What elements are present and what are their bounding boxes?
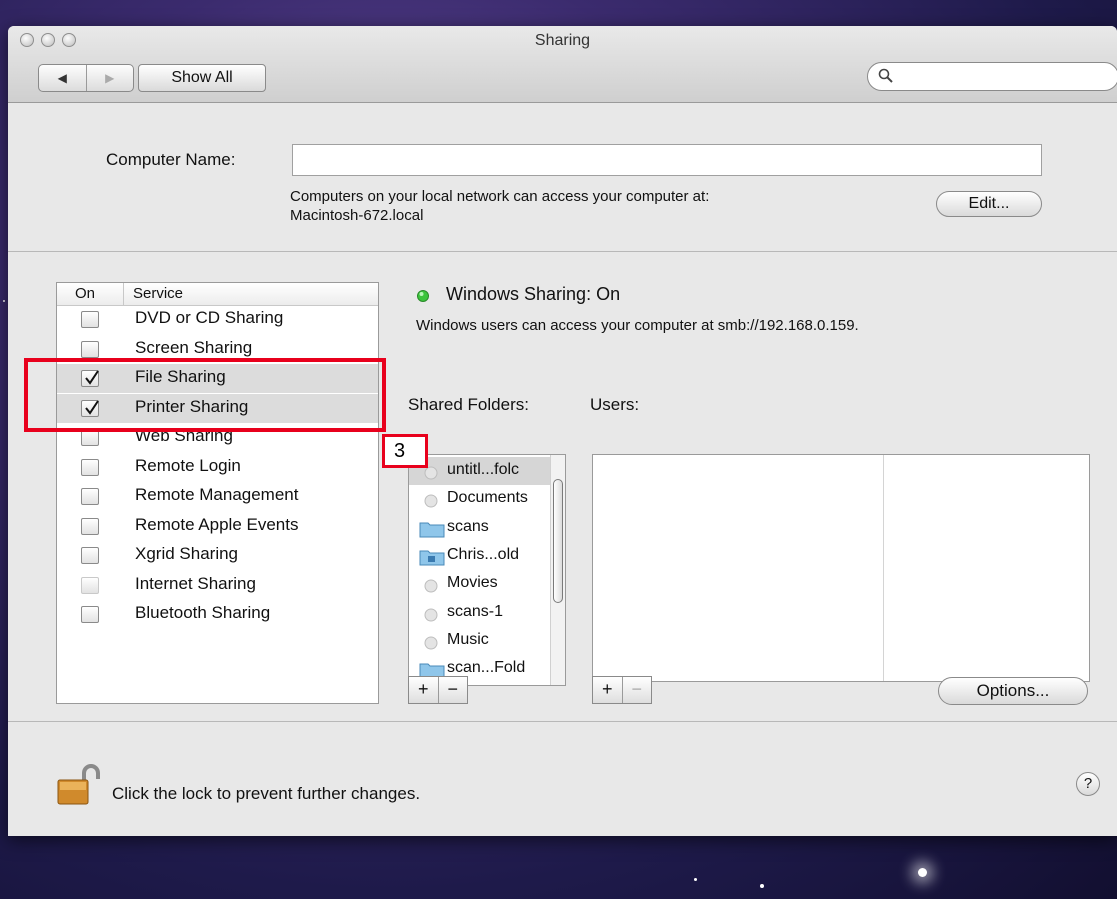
search-icon xyxy=(878,68,893,83)
document-icon xyxy=(419,605,445,623)
document-icon xyxy=(419,576,445,594)
folder-name: Music xyxy=(447,630,489,648)
shared-folder-item[interactable]: Music xyxy=(409,627,554,655)
service-label: Screen Sharing xyxy=(135,337,253,357)
add-folder-button[interactable]: + xyxy=(409,677,439,703)
service-checkbox[interactable] xyxy=(81,311,99,328)
background-star xyxy=(694,878,697,881)
background-star xyxy=(918,868,927,877)
service-row[interactable]: Bluetooth Sharing xyxy=(57,600,378,629)
shared-folder-item[interactable]: scans xyxy=(409,514,554,542)
window-title: Sharing xyxy=(534,32,591,49)
service-row[interactable]: DVD or CD Sharing xyxy=(57,305,378,334)
folder-name: Movies xyxy=(447,574,498,592)
service-label: Bluetooth Sharing xyxy=(135,603,271,622)
folder-name: scans xyxy=(447,517,489,535)
remove-folder-button[interactable]: − xyxy=(439,677,468,703)
folder-name: untitl...folc xyxy=(447,461,520,478)
back-button[interactable]: ◀ xyxy=(39,65,87,91)
status-indicator-icon xyxy=(417,290,429,302)
document-icon xyxy=(419,491,445,509)
column-header-on: On xyxy=(75,285,96,302)
folder-name: scan...Fold xyxy=(447,659,526,677)
service-checkbox[interactable] xyxy=(81,517,99,535)
highlight-box xyxy=(24,358,386,432)
shared-folder-item[interactable]: Documents xyxy=(409,485,554,513)
forward-button[interactable]: ▶ xyxy=(87,65,134,91)
service-label: Xgrid Sharing xyxy=(135,544,239,563)
shared-folder-item[interactable]: Chris...old xyxy=(409,542,554,570)
scrollbar-thumb[interactable] xyxy=(553,479,563,603)
add-user-button[interactable]: + xyxy=(593,677,623,703)
lock-message: Click the lock to prevent further change… xyxy=(112,784,421,803)
folder-name: Chris...old xyxy=(447,545,520,563)
service-checkbox[interactable] xyxy=(81,547,99,564)
show-all-button[interactable]: Show All xyxy=(138,64,266,92)
service-label: Remote Apple Events xyxy=(135,514,299,534)
service-label: Internet Sharing xyxy=(135,573,256,593)
shared-folders-label: Shared Folders: xyxy=(408,395,529,414)
back-forward-control: ◀ ▶ xyxy=(38,64,134,92)
document-icon xyxy=(419,633,445,651)
folder-icon xyxy=(419,548,445,566)
computer-name-field[interactable] xyxy=(292,144,1042,176)
column-header-service: Service xyxy=(133,285,184,302)
service-checkbox[interactable] xyxy=(81,458,99,476)
service-row[interactable]: Remote Apple Events xyxy=(57,512,378,541)
service-row[interactable]: Remote Management xyxy=(57,482,378,511)
edit-button[interactable]: Edit... xyxy=(936,191,1042,217)
service-row[interactable]: Remote Login xyxy=(57,453,378,482)
service-label: DVD or CD Sharing xyxy=(135,308,284,327)
column-divider xyxy=(883,455,884,681)
search-field[interactable] xyxy=(867,62,1117,91)
folder-name: Documents xyxy=(447,489,528,507)
service-checkbox[interactable] xyxy=(81,576,99,594)
service-checkbox[interactable] xyxy=(81,488,99,505)
footer-divider xyxy=(8,721,1117,722)
help-button[interactable]: ? xyxy=(1076,772,1100,796)
status-description: Windows users can access your computer a… xyxy=(416,317,859,334)
services-list-header: On Service xyxy=(57,283,378,306)
title-bar: Sharing ◀ ▶ Show All xyxy=(8,26,1117,103)
options-button[interactable]: Options... xyxy=(938,677,1088,705)
step-callout: 3 xyxy=(382,434,428,468)
lock-icon[interactable] xyxy=(56,763,104,810)
users-label: Users: xyxy=(590,395,640,414)
local-hostname: Macintosh-672.local xyxy=(290,207,424,224)
shared-folder-item[interactable]: Movies xyxy=(409,570,554,598)
service-checkbox[interactable] xyxy=(81,340,99,358)
service-row[interactable]: Xgrid Sharing xyxy=(57,541,378,570)
users-list xyxy=(592,454,1090,682)
users-add-remove: + − xyxy=(592,676,652,704)
shared-folder-item[interactable]: scans-1 xyxy=(409,599,554,627)
services-list: On Service DVD or CD Sharing Screen Shari… xyxy=(56,282,379,704)
shared-folders-list: untitl...folc Documents scans Chris...old Mo… xyxy=(408,454,566,686)
network-info-text: Computers on your local network can acce… xyxy=(290,188,710,205)
computer-name-label: Computer Name: xyxy=(106,150,236,169)
service-label: Remote Login xyxy=(135,455,241,475)
shared-folder-item[interactable]: untitl...folc xyxy=(409,457,554,485)
background-star xyxy=(3,300,5,302)
folders-add-remove: + − xyxy=(408,676,468,704)
background-star xyxy=(760,884,764,888)
status-title: Windows Sharing: On xyxy=(446,284,621,304)
service-row[interactable]: Internet Sharing xyxy=(57,571,378,600)
section-divider xyxy=(8,251,1117,252)
service-checkbox[interactable] xyxy=(81,606,99,623)
folders-scrollbar[interactable] xyxy=(550,455,565,685)
folder-name: scans-1 xyxy=(447,602,504,620)
remove-user-button[interactable]: − xyxy=(623,677,652,703)
service-label: Remote Management xyxy=(135,485,299,504)
folder-icon xyxy=(419,520,445,538)
